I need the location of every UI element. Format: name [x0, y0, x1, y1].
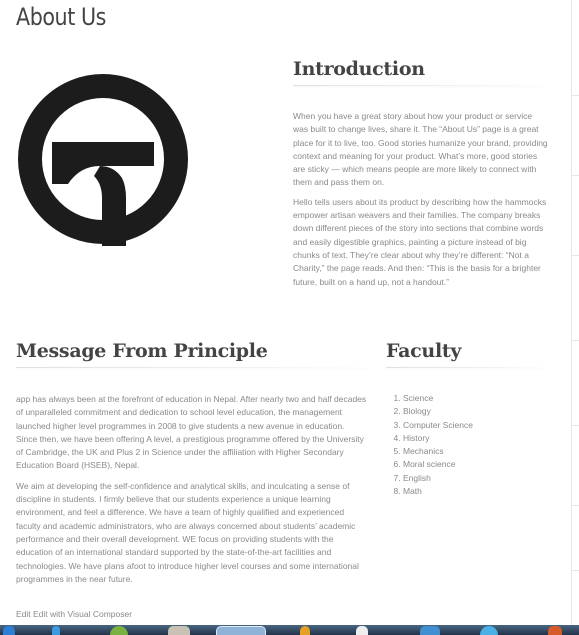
introduction-paragraph: Hello tells users about its product by d… — [293, 196, 547, 287]
message-underline — [16, 367, 366, 368]
faculty-item: Science — [403, 392, 553, 405]
taskbar — [0, 625, 579, 635]
faculty-item: Mechanics — [403, 445, 553, 458]
faculty-item: Math — [403, 485, 553, 498]
faculty-item: Computer Science — [403, 419, 553, 432]
taskbar-app-icon[interactable] — [480, 626, 498, 635]
page-edge-tick — [572, 505, 579, 506]
faculty-item: History — [403, 432, 553, 445]
page-edge-tick — [572, 175, 579, 176]
taskbar-app-icon[interactable] — [300, 626, 310, 635]
taskbar-app-icon[interactable] — [548, 626, 562, 635]
message-paragraph: We aim at developing the self-confidence… — [16, 480, 359, 584]
taskbar-app-icon[interactable] — [168, 626, 190, 635]
message-heading: Message From Principle — [16, 340, 268, 362]
faculty-list: Science Biology Computer Science History… — [386, 392, 553, 498]
taskbar-app-icon[interactable] — [52, 626, 60, 635]
page-edge-tick — [572, 570, 579, 571]
message-text: app has always been at the forefront of … — [16, 393, 368, 593]
taskbar-app-icon[interactable] — [356, 626, 368, 635]
introduction-text: When you have a great story about how yo… — [293, 110, 548, 295]
introduction-heading: Introduction — [293, 58, 425, 80]
page-edge-tick — [572, 425, 579, 426]
page-title: About Us — [16, 3, 107, 31]
page-edge-divider — [571, 0, 572, 625]
faculty-heading: Faculty — [386, 340, 462, 362]
faculty-item: Moral science — [403, 458, 553, 471]
page-edge-tick — [572, 255, 579, 256]
faculty-item: Biology — [403, 405, 553, 418]
edit-with-visual-composer-link[interactable]: Edit Edit with Visual Composer — [16, 609, 132, 619]
taskbar-app-icon[interactable] — [420, 626, 440, 635]
page-edge-tick — [572, 340, 579, 341]
start-button[interactable] — [3, 626, 15, 635]
faculty-underline — [386, 367, 546, 368]
introduction-underline — [293, 85, 543, 86]
taskbar-active-app[interactable] — [216, 626, 266, 635]
taskbar-app-icon[interactable] — [110, 626, 128, 635]
message-paragraph: app has always been at the forefront of … — [16, 394, 367, 471]
school-logo — [18, 74, 188, 246]
faculty-item: English — [403, 472, 553, 485]
page-edge-tick — [572, 95, 579, 96]
introduction-paragraph: When you have a great story about how yo… — [293, 111, 548, 188]
